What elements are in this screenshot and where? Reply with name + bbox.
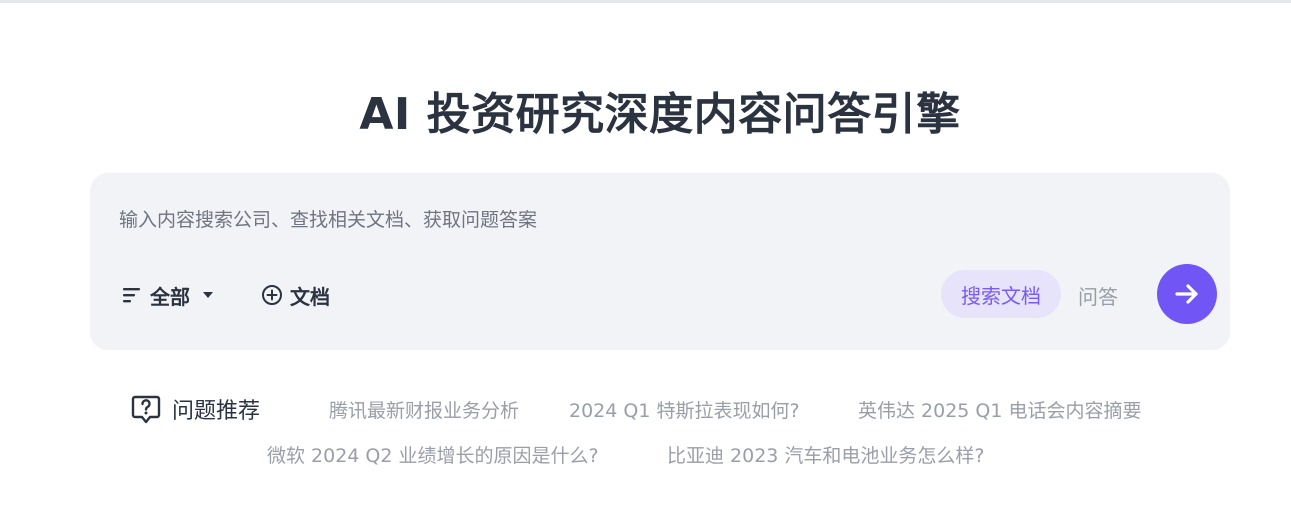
- mode-qa-tab[interactable]: 问答: [1078, 281, 1118, 309]
- filter-lines-icon: [123, 288, 140, 303]
- recommend-label: 问题推荐: [172, 399, 261, 424]
- recommend-item[interactable]: 腾讯最新财报业务分析: [329, 396, 519, 423]
- arrow-right-icon: [1175, 284, 1198, 304]
- caret-down-icon: [203, 292, 213, 298]
- recommend-item[interactable]: 2024 Q1 特斯拉表现如何?: [569, 396, 800, 423]
- recommend-item[interactable]: 英伟达 2025 Q1 电话会内容摘要: [858, 396, 1142, 423]
- recommend-heading: 问题推荐: [130, 393, 260, 425]
- scope-filter-label: 全部: [150, 284, 190, 309]
- search-card: 全部 文档 搜索文档 问答: [90, 173, 1230, 350]
- page-title: AI 投资研究深度内容问答引擎: [359, 89, 961, 140]
- recommend-item[interactable]: 比亚迪 2023 汽车和电池业务怎么样?: [667, 441, 985, 468]
- search-input[interactable]: [119, 203, 1199, 237]
- add-document-button[interactable]: 文档: [261, 282, 330, 309]
- question-bubble-icon: [131, 395, 161, 424]
- recommend-item[interactable]: 微软 2024 Q2 业绩增长的原因是什么?: [267, 441, 599, 468]
- submit-button[interactable]: [1157, 264, 1217, 324]
- top-divider: [0, 0, 1291, 3]
- add-document-label: 文档: [290, 284, 330, 309]
- plus-circle-icon: [262, 285, 282, 305]
- mode-search-docs-tab[interactable]: 搜索文档: [941, 270, 1061, 318]
- scope-filter-dropdown[interactable]: 全部: [122, 282, 214, 309]
